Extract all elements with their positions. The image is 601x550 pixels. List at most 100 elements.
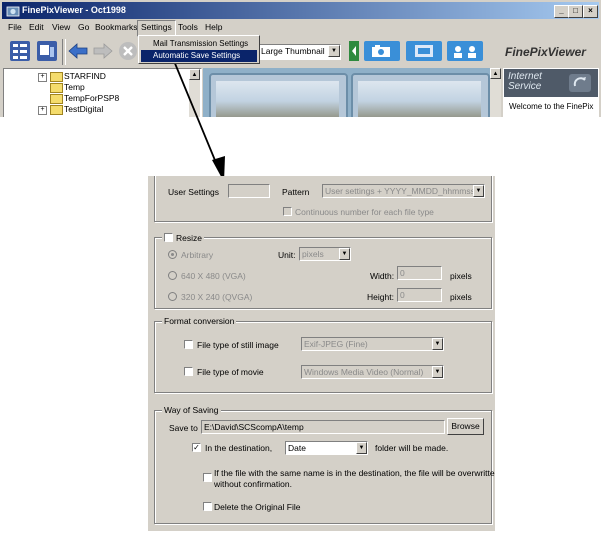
menu-edit[interactable]: Edit (29, 22, 44, 32)
scroll-up-icon[interactable]: ▲ (189, 69, 200, 80)
thumbnail-scrollbar[interactable]: ▲ (490, 68, 501, 117)
arbitrary-label: Arbitrary (181, 250, 214, 260)
tree-view-icon[interactable] (8, 39, 32, 63)
left-scroll-icon[interactable] (349, 39, 359, 63)
user-settings-field[interactable] (228, 184, 270, 198)
menu-go[interactable]: Go (78, 22, 89, 32)
user-settings-label: User Settings (168, 187, 220, 197)
thumbnail-image (216, 81, 339, 117)
tree-item[interactable]: + TestDigital (4, 103, 184, 115)
folder-suffix-label: folder will be made. (375, 443, 449, 453)
chevron-down-icon[interactable]: ▼ (339, 248, 350, 260)
chevron-down-icon[interactable]: ▼ (432, 366, 443, 378)
unit-label: Unit: (278, 250, 296, 260)
width-field[interactable]: 0 (397, 266, 442, 280)
overwrite-checkbox[interactable] (203, 473, 212, 482)
refresh-icon (569, 74, 591, 92)
view-mode-value: Large Thumbnail (261, 46, 325, 56)
save-to-label: Save to (169, 423, 198, 433)
destination-label: In the destination, (205, 443, 273, 453)
chevron-down-icon[interactable]: ▼ (432, 338, 443, 350)
still-image-checkbox[interactable] (184, 340, 193, 349)
app-icon (6, 6, 20, 17)
chevron-down-icon[interactable]: ▼ (328, 45, 340, 57)
slideshow-icon[interactable] (405, 39, 443, 63)
browse-button[interactable]: Browse (447, 418, 484, 435)
close-button[interactable]: × (583, 5, 598, 18)
qvga-radio[interactable] (168, 292, 177, 301)
vga-label: 640 X 480 (VGA) (181, 271, 246, 281)
app-window: FinePixViewer - Oct1998 _ □ × File Edit … (0, 0, 601, 117)
info-view-icon[interactable] (35, 39, 59, 63)
tree-item-label: TestDigital (64, 104, 104, 114)
transfer-icon[interactable] (446, 39, 484, 63)
settings-dropdown: Mail Transmission Settings Automatic Sav… (138, 35, 260, 64)
way-of-saving-legend: Way of Saving (162, 405, 221, 415)
folder-tree: + STARFIND Temp TempForPSP8 + TestDigita… (3, 68, 202, 117)
width-unit: pixels (450, 271, 472, 281)
back-arrow-icon[interactable] (66, 39, 90, 63)
delete-original-checkbox[interactable] (203, 502, 212, 511)
thumbnail[interactable] (209, 73, 348, 117)
destination-value: Date (288, 443, 306, 453)
resize-legend: Resize (162, 232, 204, 243)
maximize-button[interactable]: □ (568, 5, 583, 18)
thumbnail-area: ▲ (203, 68, 501, 117)
view-mode-select[interactable]: Large Thumbnail ▼ (257, 44, 341, 60)
internet-service-banner[interactable]: Internet Service (504, 69, 598, 97)
format-conversion-legend: Format conversion (162, 316, 237, 326)
movie-value: Windows Media Video (Normal) (304, 367, 424, 377)
format-conversion-group (154, 321, 492, 393)
internet-service-title: Internet Service (508, 71, 542, 92)
window-title: FinePixViewer - Oct1998 (22, 5, 126, 15)
menu-view[interactable]: View (52, 22, 70, 32)
unit-select[interactable]: pixels ▼ (299, 247, 351, 261)
delete-original-label: Delete the Original File (214, 502, 301, 512)
stop-icon[interactable] (116, 39, 140, 63)
resize-checkbox[interactable] (164, 233, 173, 242)
menu-bar: File Edit View Go Bookmarks Settings Too… (2, 20, 599, 35)
pattern-select[interactable]: User settings + YYYY_MMDD_hhmmss ▼ (322, 184, 485, 198)
overwrite-label-line2: without confirmation. (214, 479, 292, 489)
width-label: Width: (370, 271, 395, 281)
movie-checkbox[interactable] (184, 367, 193, 376)
destination-select[interactable]: Date ▼ (285, 441, 368, 455)
tree-scrollbar[interactable]: ▲ (189, 69, 200, 117)
scroll-up-icon[interactable]: ▲ (490, 68, 501, 79)
movie-label: File type of movie (197, 367, 264, 377)
folder-icon (50, 105, 63, 115)
automatic-save-settings-panel: User Settings Pattern User settings + YY… (148, 176, 495, 531)
arbitrary-radio[interactable] (168, 250, 177, 259)
menu-item-mail-transmission[interactable]: Mail Transmission Settings (141, 38, 257, 50)
still-image-select[interactable]: Exif-JPEG (Fine) ▼ (301, 337, 444, 351)
thumbnail-image (358, 81, 481, 117)
chevron-down-icon[interactable]: ▼ (473, 185, 484, 197)
pattern-label: Pattern (282, 187, 310, 197)
menu-file[interactable]: File (8, 22, 22, 32)
save-to-field[interactable]: E:\David\SCScompA\temp (201, 420, 445, 434)
vga-radio[interactable] (168, 271, 177, 280)
expand-icon[interactable]: + (38, 106, 47, 115)
menu-tools[interactable]: Tools (178, 22, 198, 32)
camera-icon[interactable] (363, 39, 401, 63)
pattern-value: User settings + YYYY_MMDD_hhmmss (325, 186, 475, 196)
thumbnail[interactable] (351, 73, 490, 117)
menu-bookmarks[interactable]: Bookmarks (95, 22, 138, 32)
overwrite-label-line1: If the file with the same name is in the… (214, 468, 495, 478)
height-field[interactable]: 0 (397, 288, 442, 302)
welcome-text: Welcome to the FinePix (509, 102, 594, 111)
qvga-label: 320 X 240 (QVGA) (181, 292, 253, 302)
menu-help[interactable]: Help (205, 22, 222, 32)
movie-select[interactable]: Windows Media Video (Normal) ▼ (301, 365, 444, 379)
unit-value: pixels (302, 249, 324, 259)
chevron-down-icon[interactable]: ▼ (356, 442, 367, 454)
continuous-number-checkbox[interactable] (283, 207, 292, 216)
destination-folder-checkbox[interactable]: ✓ (192, 443, 201, 452)
brand-logo: FinePixViewer (505, 45, 586, 59)
menu-item-automatic-save[interactable]: Automatic Save Settings (141, 50, 257, 62)
forward-arrow-icon[interactable] (91, 39, 115, 63)
continuous-number-label: Continuous number for each file type (295, 207, 434, 217)
still-image-value: Exif-JPEG (Fine) (304, 339, 368, 349)
height-unit: pixels (450, 292, 472, 302)
minimize-button[interactable]: _ (554, 5, 569, 18)
